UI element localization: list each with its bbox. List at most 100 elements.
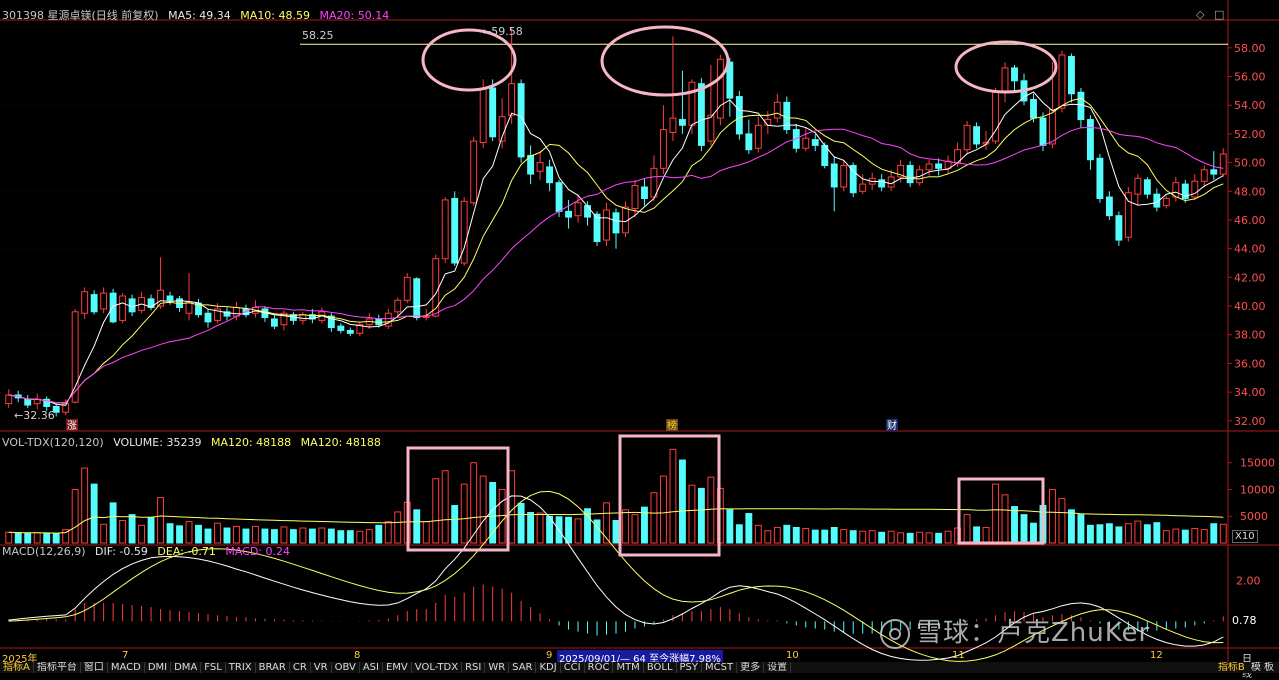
candle-body xyxy=(81,291,89,314)
toolbar-right-item-1[interactable]: 模 板 xyxy=(1248,662,1277,673)
candle-body xyxy=(1086,119,1094,161)
candle-body xyxy=(660,129,667,169)
candle-body xyxy=(584,205,591,218)
toolbar-item-3[interactable]: MACD xyxy=(108,662,145,673)
volume-bar xyxy=(1105,523,1113,544)
toolbar-item-16[interactable]: WR xyxy=(485,662,510,673)
candle-body xyxy=(1105,196,1113,217)
diamond-icon[interactable]: ◇ xyxy=(1196,8,1204,21)
toolbar-right-item-0[interactable]: 指标B xyxy=(1215,662,1248,673)
high-price-label: ←59.58 xyxy=(482,25,523,38)
ma20-line xyxy=(8,126,1224,404)
candle-body xyxy=(1058,54,1066,109)
toolbar-item-26[interactable]: 设置 xyxy=(764,662,792,673)
y-tick-label: 50.00 xyxy=(1234,157,1266,170)
month-label-8: 8 xyxy=(354,650,361,661)
candle-body xyxy=(1134,177,1142,195)
volume-bar xyxy=(527,511,535,544)
volume-bar xyxy=(1143,524,1151,544)
toolbar-item-0[interactable]: 指标A xyxy=(0,662,34,673)
volume-bar xyxy=(868,530,876,544)
toolbar-item-20[interactable]: ROC xyxy=(585,662,614,673)
volume-bar xyxy=(1219,523,1227,544)
volume-bar xyxy=(1068,509,1075,544)
toolbar-item-8[interactable]: BRAR xyxy=(256,662,290,673)
ma5-value: MA5: 49.34 xyxy=(168,9,231,22)
volume-bar xyxy=(176,525,183,544)
highlight-shapes xyxy=(406,25,1058,557)
toolbar-item-5[interactable]: DMA xyxy=(171,662,202,673)
candle-body xyxy=(479,87,487,144)
toolbar-item-7[interactable]: TRIX xyxy=(226,662,256,673)
toolbar-item-23[interactable]: PSY xyxy=(677,662,703,673)
toolbar-item-25[interactable]: 更多 xyxy=(737,662,765,673)
volume-bar xyxy=(128,514,136,544)
toolbar-item-4[interactable]: DMI xyxy=(145,662,172,673)
volume-bar xyxy=(669,448,677,544)
toolbar-item-15[interactable]: RSI xyxy=(462,662,486,673)
toolbar-item-6[interactable]: FSL xyxy=(201,662,226,673)
toolbar-item-12[interactable]: ASI xyxy=(360,662,383,673)
month-label-9: 9 xyxy=(546,650,553,661)
volume-bar xyxy=(1058,498,1066,544)
candle-body xyxy=(100,292,108,310)
candle-body xyxy=(413,278,421,319)
volume-bar xyxy=(81,467,89,544)
volume-bar xyxy=(735,524,743,544)
toolbar-item-11[interactable]: OBV xyxy=(332,662,360,673)
volume-bar xyxy=(1162,530,1170,544)
volume-bar xyxy=(346,530,354,544)
vol-ma120-a: MA120: 48188 xyxy=(210,436,292,449)
toolbar-item-21[interactable]: MTM xyxy=(613,662,644,673)
toolbar-item-24[interactable]: MCST xyxy=(702,662,738,673)
volume-bar xyxy=(90,483,98,544)
macd-dif-value: DIF: -0.59 xyxy=(95,545,148,558)
square-icon[interactable]: □ xyxy=(1214,8,1224,21)
toolbar-item-9[interactable]: CR xyxy=(290,662,311,673)
month-label-10: 10 xyxy=(786,650,799,661)
toolbar-item-13[interactable]: EMV xyxy=(383,662,412,673)
candlestick-series xyxy=(5,27,1227,417)
candle-body xyxy=(346,329,354,334)
y-tick-label: 52.00 xyxy=(1234,128,1266,141)
volume-bar xyxy=(356,530,364,544)
toolbar-item-2[interactable]: 窗口 xyxy=(81,662,108,673)
candle-body xyxy=(1200,169,1208,182)
candle-body xyxy=(840,164,848,188)
ma10-value: MA10: 48.59 xyxy=(240,9,311,22)
toolbar-item-18[interactable]: KDJ xyxy=(536,662,561,673)
ma20-value: MA20: 50.14 xyxy=(319,9,390,22)
volume-bar xyxy=(71,488,79,544)
candle-body xyxy=(735,96,743,135)
candle-body xyxy=(973,126,980,145)
candle-body xyxy=(555,182,563,212)
volume-bar xyxy=(925,532,933,544)
volume-bar xyxy=(1096,524,1104,544)
toolbar-item-10[interactable]: VR xyxy=(311,662,332,673)
macd-right-value: 0.78 xyxy=(1232,614,1257,627)
candle-body xyxy=(1096,157,1104,199)
volume-bar xyxy=(375,524,383,544)
vol-tick-label: 10000 xyxy=(1240,483,1275,496)
price-panel-header: 301398 星源卓镁(日线 前复权) MA5: 49.34 MA10: 48.… xyxy=(2,7,395,23)
candle-body xyxy=(745,133,753,151)
candle-body xyxy=(489,87,497,138)
candle-body xyxy=(565,210,572,218)
kline-chart-window[interactable]: 32.00 34.00 36.00 38.00 40.00 42.00 44.00 46.00… xyxy=(0,0,1279,680)
candle-body xyxy=(1115,215,1123,241)
toolbar-item-19[interactable]: CCI xyxy=(561,662,585,673)
volume-bar xyxy=(878,531,886,544)
toolbar-item-14[interactable]: VOL-TDX xyxy=(412,662,463,673)
volume-bar xyxy=(849,530,857,544)
toolbar-item-17[interactable]: SAR xyxy=(509,662,537,673)
candle-body xyxy=(935,163,943,169)
volume-bar xyxy=(214,522,221,544)
toolbar-item-1[interactable]: 指标平台 xyxy=(34,662,81,673)
chart-canvas[interactable]: 32.00 34.00 36.00 38.00 40.00 42.00 44.00 46.00… xyxy=(0,0,1279,673)
toolbar-item-22[interactable]: BOLL xyxy=(644,662,677,673)
volume-bar xyxy=(660,475,667,544)
volume-bar xyxy=(100,523,108,544)
candle-body xyxy=(451,197,459,264)
volume-bar xyxy=(754,524,762,544)
volume-bar xyxy=(394,511,402,544)
